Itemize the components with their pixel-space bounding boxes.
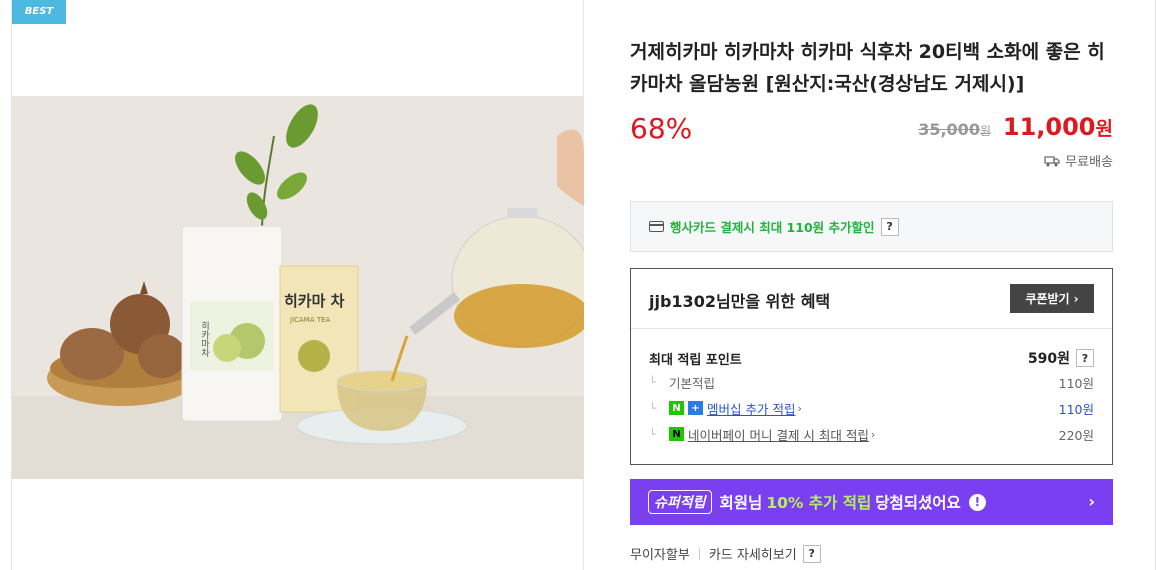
max-points-help-icon[interactable]: ? xyxy=(1076,349,1094,367)
shipping-label: 무료배송 xyxy=(1065,155,1113,170)
best-badge: BEST xyxy=(12,0,66,24)
max-points-row: 최대 적립 포인트 590원 ? xyxy=(649,348,1094,368)
points-row-membership[interactable]: └ N + 멤버십 추가 적립 › 110원 xyxy=(649,398,1094,418)
exclamation-icon: ! xyxy=(968,493,986,511)
shipping-info: 무료배송 xyxy=(1044,151,1113,170)
chevron-right-icon: › xyxy=(1088,492,1095,511)
benefit-box: jjb1302님만을 위한 혜택 쿠폰받기 › 최대 적립 포인트 590원 ?… xyxy=(630,268,1113,465)
branch-icon: └ xyxy=(649,375,656,389)
product-image-panel: BEST 히카마차 히카마 차 JICAMA TEA xyxy=(11,0,584,570)
original-price-value: 35,000 xyxy=(918,120,980,139)
sale-price-unit: 원 xyxy=(1095,118,1113,140)
super-banner-text-after: 당첨되셨어요 xyxy=(875,494,961,512)
chevron-right-icon: › xyxy=(870,427,876,441)
max-points-value: 590원 xyxy=(1027,351,1070,367)
card-promo-help-icon[interactable]: ? xyxy=(880,217,899,236)
product-photo[interactable]: 히카마차 히카마 차 JICAMA TEA xyxy=(12,96,584,479)
naver-pay-icon: N xyxy=(669,427,684,441)
branch-icon: └ xyxy=(649,427,656,441)
points-row-label: 기본적립 xyxy=(669,375,716,391)
payment-links: 무이자할부 카드 자세히보기 ? xyxy=(630,544,821,563)
credit-card-icon xyxy=(649,221,664,232)
points-row-value: 110원 xyxy=(1058,401,1094,417)
points-row-basic: └ 기본적립 110원 xyxy=(649,372,1094,392)
points-row-value: 220원 xyxy=(1058,427,1094,443)
card-detail-link[interactable]: 카드 자세히보기 xyxy=(709,544,797,563)
original-price-unit: 원 xyxy=(979,124,991,138)
super-banner-highlight: 10% 추가 적립 xyxy=(766,494,872,512)
truck-icon xyxy=(1044,155,1060,166)
sale-price: 11,000원 xyxy=(1003,113,1113,141)
card-promo-text: 행사카드 결제시 최대 110원 추가할인 xyxy=(670,220,875,235)
super-points-tag: 슈퍼적립 xyxy=(648,490,712,514)
card-promo-box: 행사카드 결제시 최대 110원 추가할인 ? xyxy=(630,201,1113,252)
benefit-header: jjb1302님만을 위한 혜택 쿠폰받기 › xyxy=(631,269,1112,329)
box-label: 히카마 차 xyxy=(284,292,345,310)
pouch-label: 히카마차 xyxy=(199,321,209,358)
sale-price-value: 11,000 xyxy=(1002,113,1096,141)
npay-money-link[interactable]: 네이버페이 머니 결제 시 최대 적립 xyxy=(688,425,869,444)
branch-icon: └ xyxy=(649,401,656,415)
installment-link[interactable]: 무이자할부 xyxy=(630,544,690,563)
super-banner-text-before: 회원님 xyxy=(719,494,763,512)
original-price: 35,000원 xyxy=(918,120,991,139)
naver-n-icon: N xyxy=(669,401,684,415)
plus-icon: + xyxy=(688,401,703,415)
chevron-right-icon: › xyxy=(1073,291,1079,306)
max-points-label: 최대 적립 포인트 xyxy=(649,352,742,368)
coupon-button[interactable]: 쿠폰받기 › xyxy=(1010,284,1094,313)
product-photo-illustration: 히카마차 히카마 차 JICAMA TEA xyxy=(12,96,584,479)
product-page: BEST 히카마차 히카마 차 JICAMA TEA 거제히카마 히카마차 히카… xyxy=(0,0,1157,570)
divider xyxy=(698,547,700,560)
discount-rate: 68% xyxy=(630,112,693,145)
box-sublabel: JICAMA TEA xyxy=(289,316,331,324)
points-row-value: 110원 xyxy=(1058,375,1094,391)
membership-link[interactable]: 멤버십 추가 적립 xyxy=(707,399,795,418)
benefit-title: jjb1302님만을 위한 혜택 xyxy=(649,292,831,311)
product-title: 거제히카마 히카마차 히카마 식후차 20티백 소화에 좋은 히카마차 올담농원… xyxy=(630,41,1105,95)
points-row-npay[interactable]: └ N 네이버페이 머니 결제 시 최대 적립 › 220원 xyxy=(649,424,1094,444)
super-points-banner[interactable]: 슈퍼적립 회원님 10% 추가 적립 당첨되셨어요 ! › xyxy=(630,479,1113,525)
panel-border xyxy=(1155,0,1156,570)
chevron-right-icon: › xyxy=(797,401,802,415)
coupon-button-label: 쿠폰받기 xyxy=(1025,292,1070,306)
card-detail-help-icon[interactable]: ? xyxy=(802,544,821,563)
